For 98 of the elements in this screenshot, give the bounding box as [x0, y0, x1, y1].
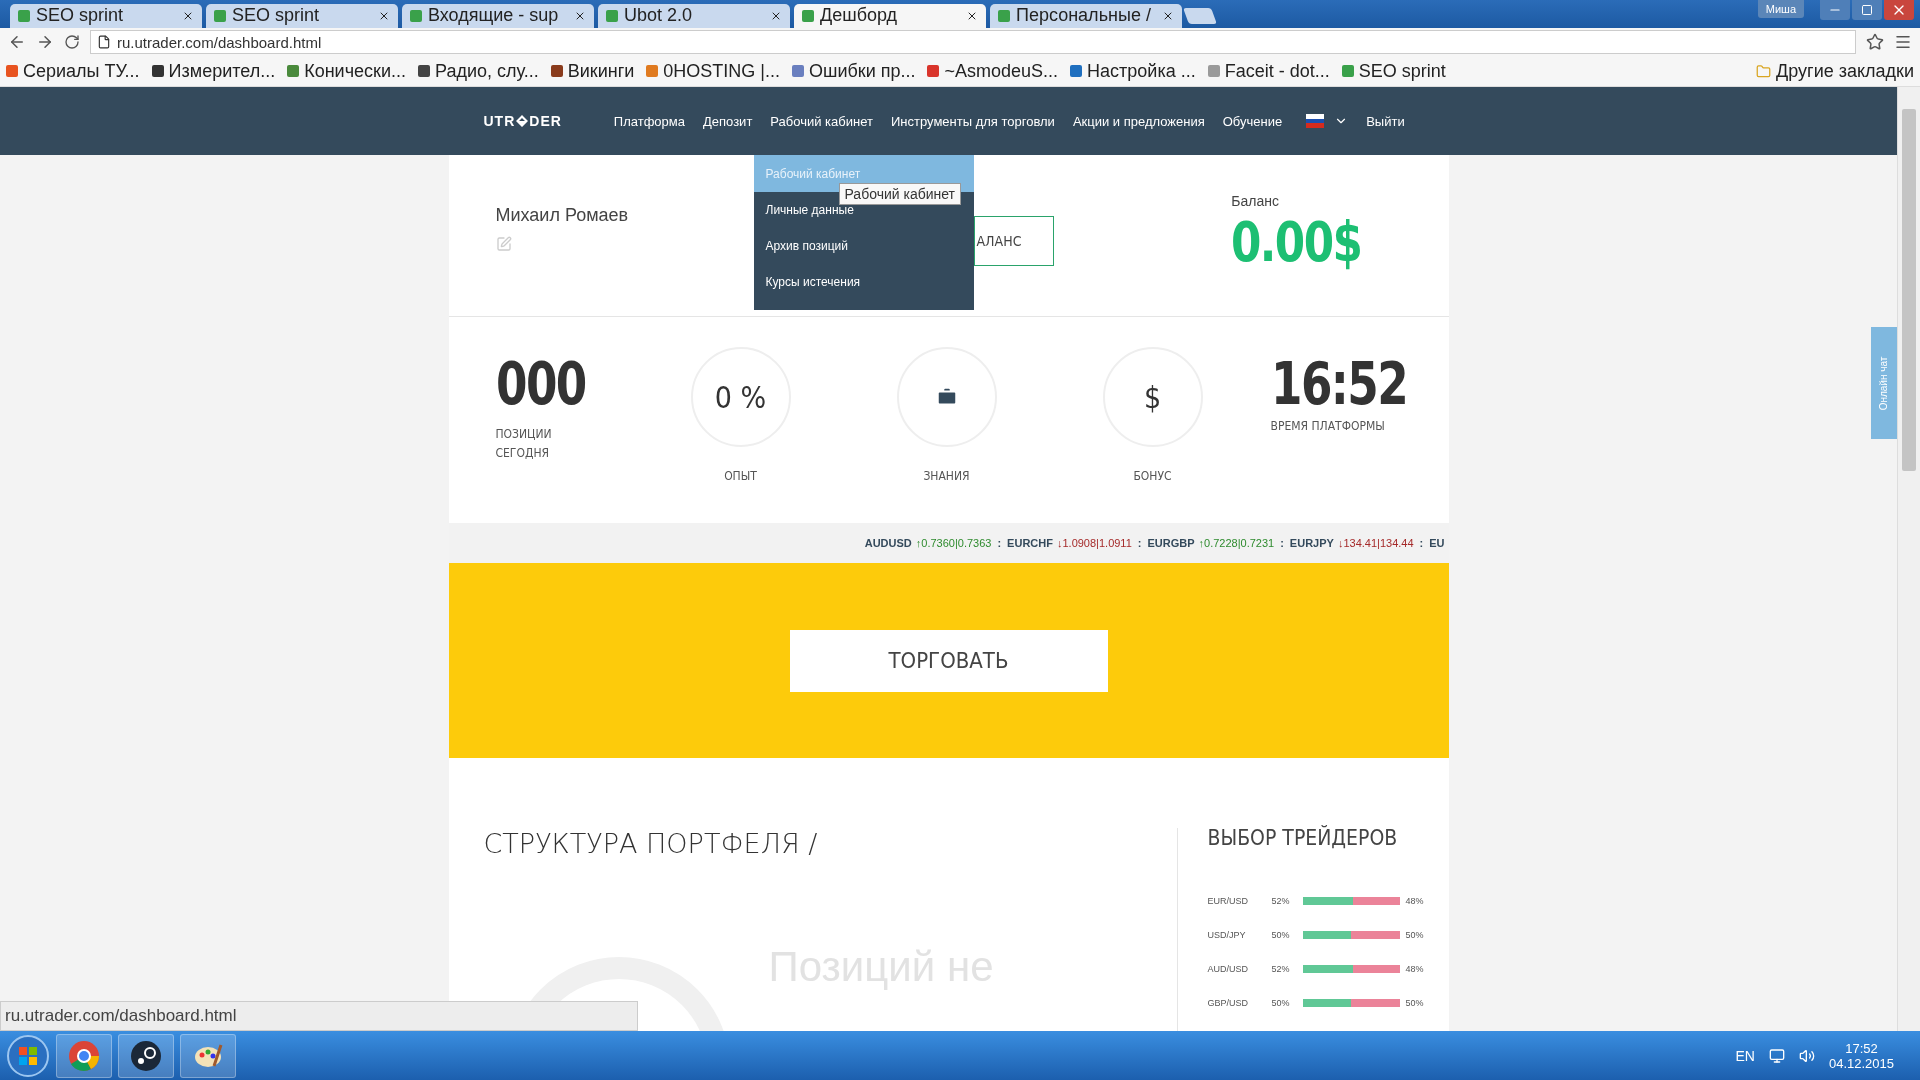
bookmark[interactable]: ~AsmodeuS...	[927, 60, 1059, 82]
logout-link[interactable]: Выйти	[1366, 113, 1405, 129]
language-indicator[interactable]: EN	[1735, 1047, 1755, 1064]
ticker-quote: ↑0.7360|0.7363	[915, 537, 992, 550]
paint-taskbar-icon[interactable]	[180, 1033, 236, 1078]
tab-favicon-icon	[18, 9, 30, 22]
ticker-pair: EURCHF	[1007, 537, 1053, 550]
close-button[interactable]	[1884, 0, 1914, 20]
browser-tab[interactable]: SEO sprint	[10, 3, 202, 28]
maximize-button[interactable]	[1852, 0, 1882, 20]
currency-pair: AUD/USD	[1207, 964, 1249, 975]
browser-tab[interactable]: Ubot 2.0	[598, 3, 790, 28]
buy-percent: 52%	[1271, 896, 1291, 907]
bookmark[interactable]: Сериалы ТУ...	[6, 60, 140, 82]
network-icon[interactable]	[1768, 1047, 1785, 1064]
profile-badge[interactable]: Миша	[1757, 0, 1804, 18]
tooltip: Рабочий кабинет	[838, 183, 961, 206]
tab-favicon-icon	[214, 9, 226, 22]
browser-tab[interactable]: Дешборд	[794, 3, 986, 28]
bookmark[interactable]: Радио, слу...	[418, 60, 539, 82]
currency-pair: EUR/USD	[1207, 896, 1249, 907]
stat-label: ОПЫТ	[724, 469, 757, 484]
ticker-separator: :	[1280, 537, 1284, 550]
ticker-pair: EURJPY	[1289, 537, 1334, 550]
nav-link[interactable]: Инструменты для торговли	[890, 113, 1055, 129]
star-icon[interactable]	[1866, 33, 1884, 52]
traders-title: ВЫБОР ТРЕЙДЕРОВ	[1207, 826, 1399, 851]
bookmark[interactable]: Настройка ...	[1070, 60, 1196, 82]
nav-link[interactable]: Платформа	[613, 113, 685, 129]
clock[interactable]: 17:52 04.12.2015	[1828, 1040, 1894, 1071]
ticker-pair: EURGBP	[1147, 537, 1195, 550]
maximize-icon	[1861, 4, 1873, 16]
user-name: Михаил Ромаев	[495, 205, 629, 227]
positions-count: 000	[495, 355, 586, 414]
other-bookmarks[interactable]: Другие закладки	[1756, 60, 1914, 82]
time-label: ВРЕМЯ ПЛАТФОРМЫ	[1270, 419, 1386, 434]
bookmark[interactable]: 0HOSTING |...	[646, 60, 780, 82]
chrome-taskbar-icon[interactable]	[56, 1033, 112, 1078]
tab-favicon-icon	[410, 9, 422, 22]
sell-percent: 48%	[1405, 896, 1424, 907]
volume-icon[interactable]	[1798, 1047, 1815, 1064]
address-field[interactable]: ru.utrader.com/dashboard.html	[90, 30, 1856, 55]
folder-icon	[1756, 63, 1772, 79]
new-tab-button[interactable]	[1183, 7, 1217, 24]
ticker-separator: :	[1419, 537, 1424, 550]
start-button[interactable]	[6, 1033, 50, 1078]
scrollbar[interactable]	[1897, 87, 1920, 1032]
bookmark[interactable]: SEO sprint	[1341, 60, 1446, 82]
tab-favicon-icon	[998, 9, 1010, 22]
positions-label: ПОЗИЦИИ	[495, 426, 553, 444]
balance-label: Баланс	[1231, 193, 1281, 210]
trade-button[interactable]: ТОРГОВАТЬ	[789, 629, 1108, 692]
tab-favicon-icon	[802, 9, 814, 22]
stat-label: ЗНАНИЯ	[923, 469, 970, 484]
ticker-separator: :	[997, 537, 1002, 550]
ticker-quote: ↓1.0908|1.0911	[1056, 537, 1132, 550]
status-bubble: ru.utrader.com/dashboard.html	[0, 1001, 638, 1032]
ticker-quote: ↓134.41|134.44	[1337, 537, 1414, 550]
bookmark[interactable]: Измерител...	[151, 60, 276, 82]
platform-time: 16:52	[1270, 355, 1407, 414]
page-icon	[97, 35, 111, 50]
buy-percent: 52%	[1271, 964, 1291, 975]
positions-label: СЕГОДНЯ	[495, 445, 550, 463]
ticker-separator: :	[1137, 537, 1142, 550]
portfolio-title: СТРУКТУРА ПОРТФЕЛЯ /	[483, 828, 818, 860]
buy-percent: 50%	[1271, 998, 1291, 1009]
ticker-pair: EU	[1429, 537, 1445, 550]
balance-value: 0.00$	[1231, 209, 1362, 275]
browser-tab[interactable]: SEO sprint	[206, 3, 398, 28]
bookmark[interactable]: Конически...	[287, 60, 406, 82]
stat-value: 0 %	[714, 379, 767, 415]
sell-percent: 50%	[1405, 930, 1424, 941]
buy-percent: 50%	[1271, 930, 1291, 941]
nav-link[interactable]: Обучение	[1222, 113, 1283, 129]
menu-item[interactable]: Курсы истечения	[753, 264, 974, 301]
bookmark[interactable]: Faceit - dot...	[1207, 60, 1330, 82]
sell-percent: 50%	[1405, 998, 1424, 1009]
bookmark[interactable]: Ошибки пр...	[791, 60, 916, 82]
nav-link[interactable]: Рабочий кабинет	[770, 113, 873, 129]
bookmark[interactable]: Викинги	[550, 60, 635, 82]
nav-link[interactable]: Депозит	[703, 113, 753, 129]
browser-tab[interactable]: Персональные /	[990, 3, 1182, 28]
stat-value: $	[1143, 379, 1162, 415]
tab-favicon-icon	[606, 9, 618, 22]
steam-taskbar-icon[interactable]	[118, 1033, 174, 1078]
currency-pair: GBP/USD	[1207, 998, 1249, 1009]
stat-label: БОНУС	[1133, 469, 1172, 484]
currency-pair: USD/JPY	[1207, 930, 1247, 941]
balance-button[interactable]: АЛАНС	[973, 216, 1054, 267]
sell-percent: 48%	[1405, 964, 1424, 975]
site-logo[interactable]: UTR DER	[483, 113, 562, 130]
russia-flag-icon[interactable]	[1306, 114, 1325, 129]
nav-link[interactable]: Акции и предложения	[1072, 113, 1205, 129]
menu-item[interactable]: Архив позиций	[753, 228, 974, 265]
ticker-quote: ↑0.7228|0.7231	[1198, 537, 1275, 550]
ticker-pair: AUDUSD	[864, 537, 912, 550]
browser-tab[interactable]: Входящие - sup	[402, 3, 594, 28]
reload-icon[interactable]	[64, 34, 80, 51]
